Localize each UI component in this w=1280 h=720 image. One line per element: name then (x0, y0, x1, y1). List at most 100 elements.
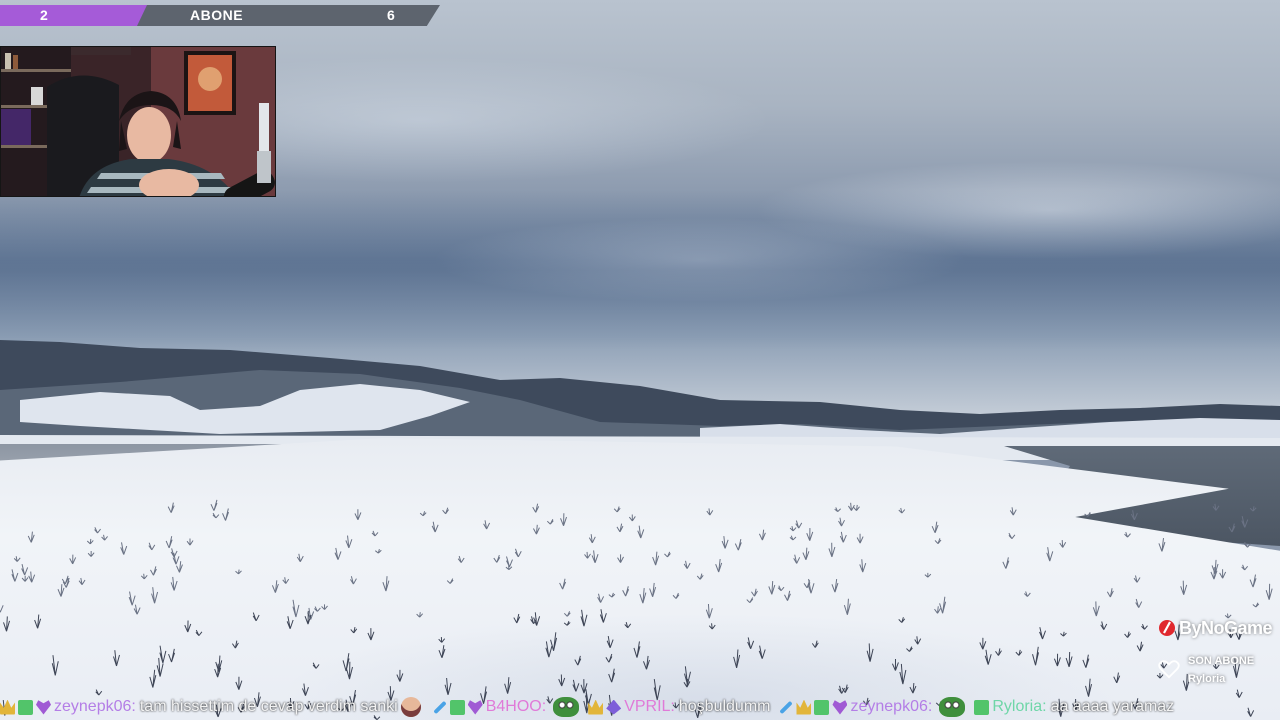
weed-stalk (296, 553, 304, 562)
weed-stalk (532, 524, 540, 535)
weed-stalk (431, 521, 439, 533)
logo-text: ByNoGame (1179, 617, 1273, 638)
weed-stalk (167, 502, 175, 513)
weed-stalk (909, 683, 917, 694)
weed-stalk (984, 649, 992, 665)
weed-stalk (1141, 623, 1148, 630)
weed-stalk (758, 645, 766, 659)
weed-stalk (1039, 627, 1046, 640)
weed-stalk (628, 514, 636, 522)
webcam-overlay (0, 46, 276, 197)
weed-stalk (350, 576, 357, 585)
weed-stalk (979, 637, 987, 650)
weed-stalk (560, 513, 568, 527)
weed-stalk (1130, 510, 1138, 521)
weed-stalk (637, 525, 645, 539)
last-subscriber-widget: SON ABONE Ryloria (1156, 653, 1276, 687)
weed-stalk (101, 534, 108, 541)
weed-stalk (838, 517, 845, 527)
weed-stalk (235, 569, 242, 575)
weed-stalk (493, 554, 501, 563)
weed-stalk (176, 561, 183, 573)
chat-message: zeynepk06: tam hissettim de cevap verdim … (0, 694, 424, 720)
weed-stalk (140, 573, 148, 580)
weed-stalk (195, 629, 203, 636)
weed-stalk (151, 587, 159, 604)
weed-stalk (334, 547, 342, 560)
weed-stalk (416, 612, 424, 618)
weed-stalk (419, 511, 427, 517)
weed-stalk (751, 588, 758, 597)
weed-stalk (457, 555, 465, 563)
sub-badge-icon (814, 699, 830, 715)
weed-stalk (613, 506, 621, 513)
goal-label: ABONE (190, 7, 244, 23)
weed-stalk (574, 655, 582, 666)
weed-stalk (506, 556, 513, 568)
weed-stalk (21, 575, 29, 582)
weed-stalk (605, 653, 613, 663)
weed-stalk (374, 548, 382, 554)
weed-stalk (633, 641, 641, 658)
weed-stalk (1252, 602, 1260, 608)
weed-stalk (848, 502, 855, 511)
weed-stalk (165, 536, 173, 549)
weed-stalk (758, 529, 766, 541)
weed-stalk (282, 577, 290, 584)
weed-stalk (1065, 652, 1073, 668)
weed-stalk (708, 623, 716, 630)
weed-stalk (1092, 601, 1100, 617)
heart-icon (1158, 660, 1180, 679)
weed-stalk (148, 542, 156, 551)
weed-stalk (128, 591, 136, 606)
weed-stalk (811, 640, 819, 648)
weed-stalk (312, 662, 320, 669)
weed-stalk (1053, 653, 1061, 667)
heart-badge-icon (36, 700, 51, 715)
weed-stalk (683, 678, 691, 688)
weed-stalk (292, 599, 300, 618)
weed-stalk (51, 655, 59, 676)
weed-stalk (514, 548, 522, 558)
weed-stalk (184, 620, 192, 633)
weed-stalk (367, 628, 375, 641)
weed-stalk (446, 578, 454, 584)
weed-stalk (1135, 598, 1143, 608)
weed-stalk (442, 507, 449, 515)
weed-stalk (891, 658, 899, 671)
weed-stalk (159, 645, 167, 664)
weed-stalk (342, 653, 350, 672)
sub-badge-icon (449, 699, 465, 715)
crown-badge-icon (0, 699, 15, 715)
weed-stalk (649, 582, 657, 598)
chat-text: hoşbuldumm (678, 698, 771, 715)
weed-stalk (831, 579, 839, 593)
weed-stalk (705, 603, 713, 619)
weed-stalk (345, 535, 353, 549)
dry-weeds (0, 499, 1273, 720)
chat-text: tam hissettim de cevap verdim sanki (139, 698, 398, 715)
weed-stalk (1015, 649, 1023, 656)
weed-stalk (563, 611, 571, 617)
weed-stalk (1032, 646, 1040, 666)
weed-stalk (27, 531, 35, 543)
weed-stalk (866, 643, 874, 662)
weed-stalk (608, 592, 616, 598)
sub-badge-icon (974, 699, 990, 715)
weed-stalk (715, 558, 723, 573)
sword-badge-icon (433, 700, 447, 714)
weed-stalk (172, 552, 180, 565)
goal-current-count: 2 (40, 7, 48, 23)
weed-stalk (546, 518, 554, 525)
weed-stalk (212, 512, 220, 519)
weed-stalk (21, 564, 29, 576)
goal-target-count: 6 (387, 7, 395, 23)
chat-username: B4HOO: (485, 698, 547, 715)
weed-stalk (806, 528, 814, 541)
weed-stalk (639, 588, 647, 604)
face-emote-icon (400, 697, 421, 717)
weed-stalk (622, 586, 630, 597)
weed-stalk (914, 636, 922, 645)
weed-stalk (86, 538, 94, 545)
weed-stalk (795, 520, 803, 529)
